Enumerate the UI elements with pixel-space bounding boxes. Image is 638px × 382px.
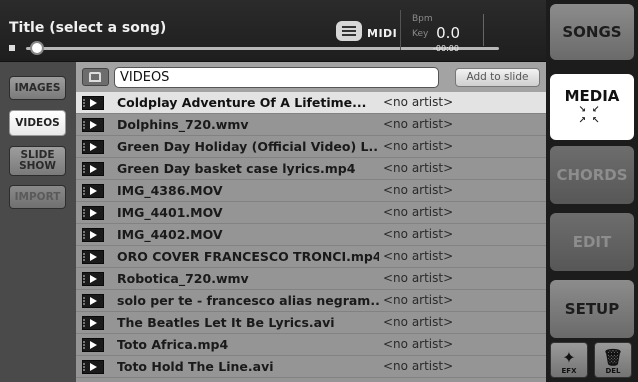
video-icon (82, 316, 104, 330)
artist-name: <no artist> (383, 205, 454, 219)
songs-button[interactable]: SONGS (550, 4, 634, 60)
video-icon (82, 338, 104, 352)
video-icon (82, 140, 104, 154)
key-label: Key (412, 29, 429, 39)
collapse-arrows-icon: ↘↙ ↗↖ (578, 105, 606, 126)
divider (483, 14, 484, 46)
list-header: VIDEOS Add to slide (76, 62, 546, 92)
file-name: solo per te - francesco alias negram... (117, 293, 379, 308)
artist-name: <no artist> (383, 227, 454, 241)
efx-button[interactable]: ✦ EFX (550, 342, 588, 378)
list-item[interactable]: The Beatles Let It Be Lyrics.avi <no arti… (76, 312, 546, 334)
file-name: IMG_4402.MOV (117, 227, 223, 242)
artist-name: <no artist> (383, 249, 454, 263)
list-icon[interactable] (336, 21, 362, 41)
file-name: Green Day Holiday (Official Video) L... (117, 139, 379, 154)
video-icon (82, 360, 104, 374)
artist-name: <no artist> (383, 117, 454, 131)
list-item[interactable]: Toto Hold The Line.avi <no artist> (76, 356, 546, 378)
list-item[interactable]: Green Day basket case lyrics.mp4 <no arti… (76, 158, 546, 180)
list-item[interactable]: Dolphins_720.wmv <no artist> (76, 114, 546, 136)
remaining-time: -00:00 (433, 44, 459, 53)
sidebar-item-import[interactable]: IMPORT (9, 185, 66, 209)
list-item[interactable]: solo per te - francesco alias negram... <… (76, 290, 546, 312)
media-label: MEDIA (564, 87, 620, 105)
main-nav: SONGS MEDIA ↘↙ ↗↖ CHORDS EDIT SETUP ✦ EFX… (546, 0, 638, 382)
file-name: IMG_4386.MOV (117, 183, 223, 198)
list-item[interactable]: IMG_4401.MOV <no artist> (76, 202, 546, 224)
list-item[interactable]: Robotica_720.wmv <no artist> (76, 268, 546, 290)
video-icon (82, 272, 104, 286)
file-name: The Beatles Let It Be Lyrics.avi (117, 315, 335, 330)
video-icon (82, 228, 104, 242)
add-to-slide-button[interactable]: Add to slide (455, 68, 540, 87)
media-list-panel: VIDEOS Add to slide Coldplay Adventure O… (76, 62, 546, 382)
video-icon (82, 184, 104, 198)
video-icon (82, 294, 104, 308)
video-icon (82, 118, 104, 132)
bpm-label: Bpm (412, 14, 433, 24)
file-name: Coldplay Adventure Of A Lifetime... (117, 95, 367, 110)
chords-button[interactable]: CHORDS (550, 146, 634, 204)
seek-knob[interactable] (30, 41, 44, 55)
sidebar-item-images[interactable]: IMAGES (9, 76, 66, 100)
sidebar-item-videos[interactable]: VIDEOS (9, 110, 66, 136)
artist-name: <no artist> (383, 161, 454, 175)
file-name: Dolphins_720.wmv (117, 117, 249, 132)
edit-button[interactable]: EDIT (550, 213, 634, 271)
seek-track[interactable] (26, 47, 499, 50)
setup-button[interactable]: SETUP (550, 280, 634, 338)
file-name: Robotica_720.wmv (117, 271, 249, 286)
file-name: Toto Hold The Line.avi (117, 359, 274, 374)
file-name: Toto Africa.mp4 (117, 337, 229, 352)
list-item[interactable]: Green Day Holiday (Official Video) L... <… (76, 136, 546, 158)
delete-button[interactable]: 🗑 DEL (594, 342, 632, 378)
elapsed-time: 0.0 (436, 24, 460, 42)
media-button[interactable]: MEDIA ↘↙ ↗↖ (550, 74, 634, 140)
trash-icon: 🗑 (602, 348, 624, 367)
artist-name: <no artist> (383, 271, 454, 285)
artist-name: <no artist> (383, 359, 454, 373)
artist-name: <no artist> (383, 139, 454, 153)
list-item[interactable]: IMG_4402.MOV <no artist> (76, 224, 546, 246)
video-icon (82, 206, 104, 220)
file-name: IMG_4401.MOV (117, 205, 223, 220)
efx-label: EFX (561, 367, 577, 375)
magic-wand-icon: ✦ (562, 348, 576, 367)
del-label: DEL (605, 367, 621, 375)
media-type-sidebar: IMAGES VIDEOS SLIDE SHOW IMPORT (0, 62, 76, 382)
video-icon (82, 96, 104, 110)
media-list: Coldplay Adventure Of A Lifetime... <no a… (76, 92, 546, 378)
artist-name: <no artist> (383, 183, 454, 197)
list-item[interactable]: IMG_4386.MOV <no artist> (76, 180, 546, 202)
song-title[interactable]: Title (select a song) (9, 20, 166, 36)
artist-name: <no artist> (383, 95, 454, 109)
artist-name: <no artist> (383, 337, 454, 351)
list-item[interactable]: ORO COVER FRANCESCO TRONCI.mp4 <no artist… (76, 246, 546, 268)
list-item[interactable]: Toto Africa.mp4 <no artist> (76, 334, 546, 356)
artist-name: <no artist> (383, 293, 454, 307)
folder-icon[interactable] (82, 68, 109, 86)
file-name: ORO COVER FRANCESCO TRONCI.mp4 (117, 249, 379, 264)
folder-path-field[interactable]: VIDEOS (114, 67, 439, 88)
list-item[interactable]: Coldplay Adventure Of A Lifetime... <no a… (76, 92, 546, 114)
sidebar-item-slideshow[interactable]: SLIDE SHOW (9, 146, 66, 176)
video-icon (82, 162, 104, 176)
player-bar: Title (select a song) MIDI Bpm Key 0.0 -… (0, 0, 556, 62)
divider (400, 10, 401, 50)
file-name: Green Day basket case lyrics.mp4 (117, 161, 356, 176)
artist-name: <no artist> (383, 315, 454, 329)
video-icon (82, 250, 104, 264)
midi-button[interactable]: MIDI (367, 27, 397, 40)
seek-start-marker (9, 45, 15, 51)
